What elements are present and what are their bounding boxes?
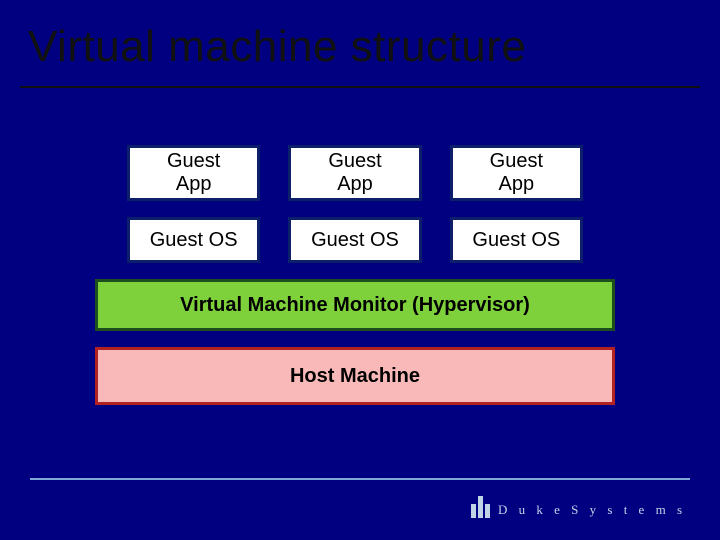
- slide-title: Virtual machine structure: [28, 22, 526, 72]
- guest-app-box: Guest App: [288, 145, 421, 201]
- duke-systems-logo: D u k e S y s t e m s: [471, 496, 686, 518]
- guest-os-box: Guest OS: [288, 217, 421, 263]
- host-machine-box: Host Machine: [95, 347, 615, 405]
- guest-app-row: Guest App Guest App Guest App: [95, 145, 615, 201]
- chapel-icon: [471, 496, 490, 518]
- guest-app-box: Guest App: [450, 145, 583, 201]
- title-underline: [20, 86, 700, 88]
- guest-os-row: Guest OS Guest OS Guest OS: [95, 217, 615, 263]
- guest-os-box: Guest OS: [450, 217, 583, 263]
- footer-divider: [30, 478, 690, 480]
- guest-os-box: Guest OS: [127, 217, 260, 263]
- guest-app-box: Guest App: [127, 145, 260, 201]
- vm-diagram: Guest App Guest App Guest App Guest OS G…: [95, 145, 615, 405]
- hypervisor-box: Virtual Machine Monitor (Hypervisor): [95, 279, 615, 331]
- logo-text: D u k e S y s t e m s: [498, 502, 686, 518]
